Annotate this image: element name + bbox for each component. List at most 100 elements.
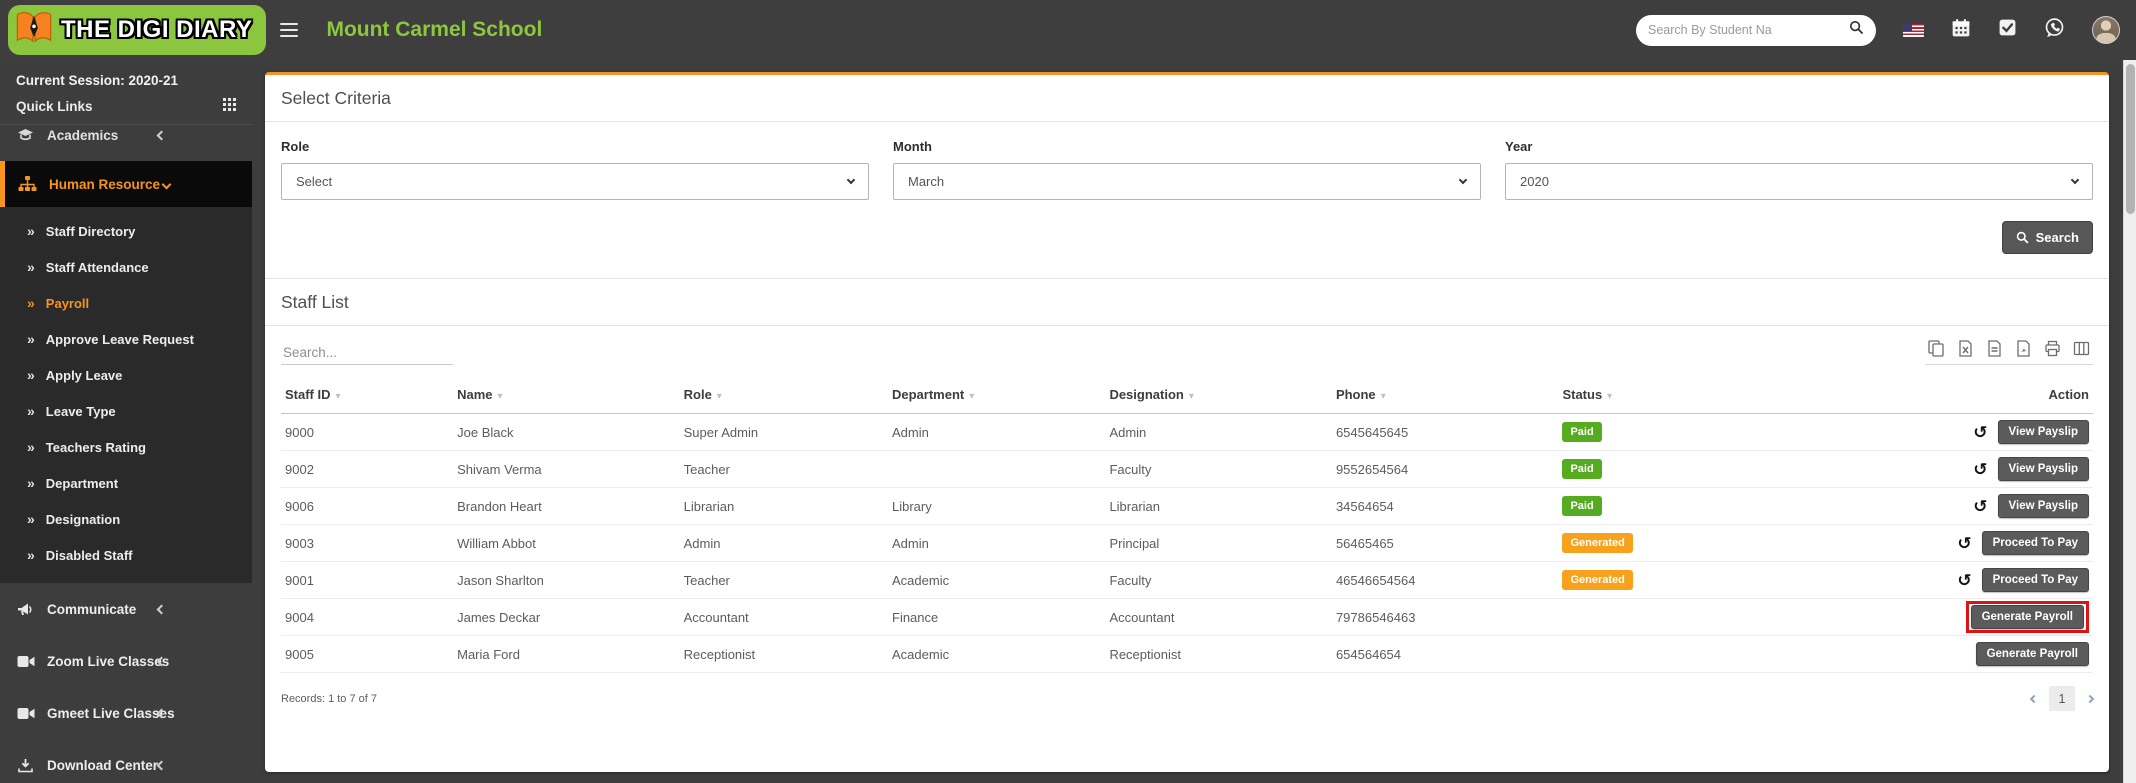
month-select[interactable]: March — [893, 163, 1481, 200]
quick-links[interactable]: Quick Links — [0, 91, 252, 124]
copy-icon[interactable] — [1928, 340, 1945, 357]
column-visibility-icon[interactable] — [2073, 340, 2090, 357]
sidebar-item-payroll[interactable]: » Payroll — [0, 285, 252, 321]
pdf-export-icon[interactable] — [2015, 340, 2032, 357]
double-angle-icon: » — [27, 223, 35, 239]
search-button[interactable]: Search — [2001, 221, 2093, 254]
view-payslip-button[interactable]: View Payslip — [1997, 457, 2089, 481]
col-designation[interactable]: Designation ▾ — [1105, 378, 1332, 414]
page-number[interactable]: 1 — [2049, 686, 2075, 711]
chevron-down-icon — [2070, 175, 2080, 185]
sidebar-item-label: Communicate — [47, 601, 137, 617]
cell-phone: 56465465 — [1331, 524, 1559, 562]
double-angle-icon: » — [27, 439, 35, 455]
sidebar-item-label: Human Resource — [49, 176, 161, 192]
cell-staff-id: 9000 — [281, 413, 454, 451]
sidebar-item-teachers-rating[interactable]: » Teachers Rating — [0, 429, 252, 465]
language-flag-icon[interactable] — [1903, 23, 1924, 37]
cell-role: Receptionist — [679, 635, 888, 673]
year-select[interactable]: 2020 — [1505, 163, 2093, 200]
print-icon[interactable] — [2044, 340, 2061, 357]
tasks-check-icon[interactable] — [1998, 18, 2017, 42]
table-search-input[interactable] — [281, 341, 453, 365]
sidebar-item-download-center[interactable]: Download Center — [0, 739, 252, 783]
menu-toggle-icon[interactable] — [280, 22, 299, 38]
sidebar-item-approve-leave-request[interactable]: » Approve Leave Request — [0, 321, 252, 357]
cell-designation: Faculty — [1105, 561, 1332, 599]
export-buttons — [1925, 340, 2093, 365]
sidebar-item-disabled-staff[interactable]: » Disabled Staff — [0, 537, 252, 573]
header-search — [1636, 14, 1876, 46]
cell-designation: Faculty — [1105, 450, 1332, 488]
sidebar-item-label: Teachers Rating — [45, 439, 146, 455]
sidebar-item-leave-type[interactable]: » Leave Type — [0, 393, 252, 429]
sidebar-item-department[interactable]: » Department — [0, 465, 252, 501]
cell-role: Super Admin — [679, 413, 888, 451]
undo-icon[interactable]: ↺ — [1973, 498, 1987, 515]
cell-staff-id: 9006 — [281, 487, 454, 525]
col-role[interactable]: Role ▾ — [679, 378, 888, 414]
prev-page-icon[interactable] — [2029, 694, 2039, 703]
grid-icon[interactable] — [223, 98, 236, 114]
scrollbar-thumb[interactable] — [2125, 64, 2135, 214]
cell-staff-id: 9001 — [281, 561, 454, 599]
sidebar-item-academics[interactable]: Academics — [0, 125, 252, 149]
sort-icon: ▾ — [1188, 391, 1194, 402]
cell-role: Teacher — [679, 561, 888, 599]
csv-export-icon[interactable] — [1986, 340, 2003, 357]
download-icon — [16, 758, 35, 773]
page-scrollbar[interactable] — [2123, 60, 2136, 783]
cell-role: Admin — [679, 524, 888, 562]
undo-icon[interactable]: ↺ — [1957, 572, 1971, 589]
col-department[interactable]: Department ▾ — [888, 378, 1106, 414]
view-payslip-button[interactable]: View Payslip — [1997, 420, 2089, 444]
proceed-to-pay-button[interactable]: Proceed To Pay — [1981, 531, 2089, 555]
search-icon — [2016, 231, 2029, 244]
view-payslip-button[interactable]: View Payslip — [1997, 494, 2089, 518]
sidebar-item-apply-leave[interactable]: » Apply Leave — [0, 357, 252, 393]
cell-department: Finance — [888, 598, 1106, 636]
whatsapp-icon[interactable] — [2044, 17, 2065, 43]
role-select[interactable]: Select — [281, 163, 869, 200]
sidebar-item-label: Apply Leave — [45, 367, 123, 383]
user-avatar[interactable] — [2092, 16, 2120, 44]
undo-icon[interactable]: ↺ — [1973, 424, 1987, 441]
proceed-to-pay-button[interactable]: Proceed To Pay — [1981, 568, 2089, 592]
sidebar-item-communicate[interactable]: Communicate — [0, 583, 252, 635]
col-name[interactable]: Name ▾ — [453, 378, 680, 414]
sidebar-item-human-resource[interactable]: Human Resource — [0, 161, 252, 207]
next-page-icon[interactable] — [2085, 694, 2095, 703]
cell-name: Brandon Heart — [453, 487, 680, 525]
content-panel: Select Criteria Role Select Month March — [265, 72, 2109, 772]
cell-name: William Abbot — [453, 524, 680, 562]
excel-export-icon[interactable] — [1957, 340, 1974, 357]
sidebar-item-label: Approve Leave Request — [45, 331, 194, 347]
sidebar-item-staff-directory[interactable]: » Staff Directory — [0, 213, 252, 249]
undo-icon[interactable]: ↺ — [1957, 535, 1971, 552]
human-resource-submenu: » Staff Directory » Staff Attendance » Payr… — [0, 207, 252, 583]
undo-icon[interactable]: ↺ — [1973, 461, 1987, 478]
student-search-input[interactable] — [1648, 23, 1843, 37]
col-status[interactable]: Status ▾ — [1558, 378, 1804, 414]
sort-icon: ▾ — [1607, 391, 1613, 402]
sort-icon: ▾ — [716, 391, 722, 402]
status-badge: Paid — [1562, 496, 1602, 516]
calendar-icon[interactable] — [1951, 18, 1971, 43]
status-badge: Generated — [1562, 570, 1633, 590]
generate-payroll-button[interactable]: Generate Payroll — [1975, 642, 2089, 666]
col-phone[interactable]: Phone ▾ — [1331, 378, 1559, 414]
sidebar-item-label: Designation — [45, 511, 121, 527]
double-angle-icon: » — [27, 259, 35, 275]
sidebar-item-designation[interactable]: » Designation — [0, 501, 252, 537]
generate-payroll-button[interactable]: Generate Payroll — [1970, 605, 2084, 629]
sidebar-item-staff-attendance[interactable]: » Staff Attendance — [0, 249, 252, 285]
year-select-value: 2020 — [1520, 174, 1549, 189]
col-staff-id[interactable]: Staff ID ▾ — [281, 378, 454, 414]
brand-logo[interactable]: THE DIGI DIARY — [8, 5, 267, 55]
search-icon[interactable] — [1849, 20, 1864, 40]
chevron-left-icon — [156, 760, 167, 770]
school-name: Mount Carmel School — [326, 18, 543, 41]
search-button-label: Search — [2035, 230, 2079, 245]
sidebar-item-zoom-live-classes[interactable]: Zoom Live Classes — [0, 635, 252, 687]
sidebar-item-gmeet-live-classes[interactable]: Gmeet Live Classes — [0, 687, 252, 739]
